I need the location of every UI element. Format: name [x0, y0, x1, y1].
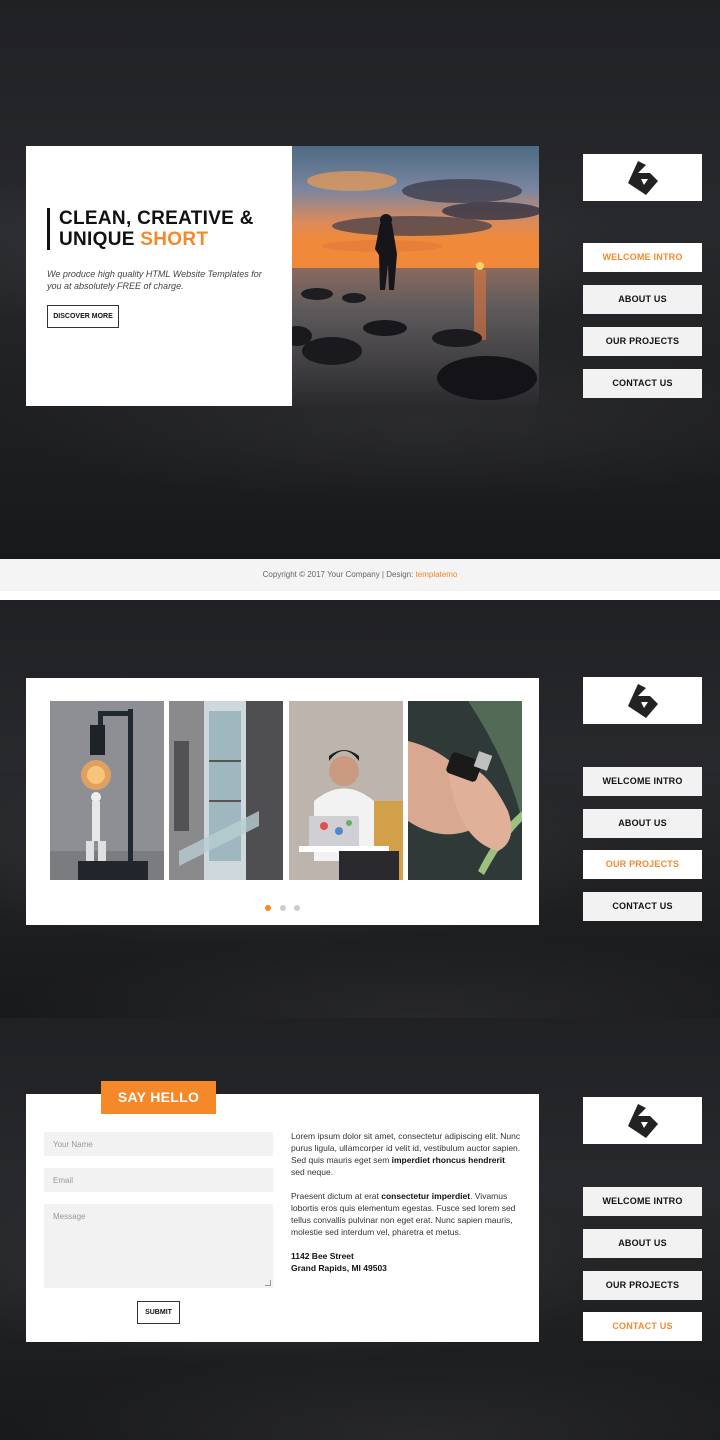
- email-input[interactable]: Email: [44, 1168, 273, 1192]
- logo-box-3[interactable]: [583, 1097, 702, 1144]
- gallery-dot-3[interactable]: [293, 905, 300, 911]
- intro-title-line2: UNIQUE: [59, 229, 135, 250]
- contact-para1-end: sed neque.: [291, 1167, 334, 1177]
- contact-para2-bold: consectetur imperdiet: [381, 1191, 471, 1201]
- nav-contact-us[interactable]: CONTACT US: [583, 1312, 702, 1341]
- name-input[interactable]: Your Name: [44, 1132, 273, 1156]
- footer-copyright-text: Copyright © 2017 Your Company | Design:: [262, 570, 416, 579]
- nav-contact-us[interactable]: CONTACT US: [583, 892, 702, 921]
- contact-card: Your Name Email Message SUBMIT Lorem ips…: [26, 1094, 539, 1342]
- nav-welcome-intro[interactable]: WELCOME INTRO: [583, 1187, 702, 1216]
- intro-section: CLEAN, CREATIVE & UNIQUE SHORT We produc…: [0, 0, 720, 559]
- section-divider: [0, 591, 720, 600]
- nav-about-us[interactable]: ABOUT US: [583, 1229, 702, 1258]
- resize-grip-icon[interactable]: [265, 1280, 271, 1286]
- nav-our-projects[interactable]: OUR PROJECTS: [583, 1271, 702, 1300]
- address-line-1: 1142 Bee Street: [291, 1251, 354, 1261]
- contact-info: Lorem ipsum dolor sit amet, consectetur …: [291, 1130, 521, 1274]
- nav-our-projects[interactable]: OUR PROJECTS: [583, 850, 702, 879]
- logo-box-2[interactable]: [583, 677, 702, 724]
- projects-gallery-card: [26, 678, 539, 925]
- message-textarea[interactable]: Message: [44, 1204, 273, 1288]
- logo-icon: [627, 160, 658, 195]
- intro-title-line1: CLEAN, CREATIVE &: [59, 208, 254, 229]
- discover-more-button[interactable]: DISCOVER MORE: [47, 305, 119, 328]
- contact-para1-bold: imperdiet rhoncus hendrerit: [391, 1155, 505, 1165]
- nav-our-projects[interactable]: OUR PROJECTS: [583, 327, 702, 356]
- gallery-dot-2[interactable]: [279, 905, 286, 911]
- intro-card: CLEAN, CREATIVE & UNIQUE SHORT We produc…: [26, 146, 539, 406]
- gallery-dot-1[interactable]: [265, 905, 272, 911]
- contact-paragraph-1: Lorem ipsum dolor sit amet, consectetur …: [291, 1130, 521, 1178]
- logo-box-1[interactable]: [583, 154, 702, 201]
- say-hello-heading: SAY HELLO: [101, 1081, 216, 1114]
- footer-copyright: Copyright © 2017 Your Company | Design: …: [263, 570, 458, 579]
- intro-subtitle: We produce high quality HTML Website Tem…: [47, 269, 262, 291]
- nav-welcome-intro[interactable]: WELCOME INTRO: [583, 767, 702, 796]
- intro-title: CLEAN, CREATIVE & UNIQUE SHORT: [47, 208, 277, 250]
- projects-section: WELCOME INTRO ABOUT US OUR PROJECTS CONT…: [0, 600, 720, 1018]
- project-thumb-building[interactable]: [169, 701, 283, 880]
- nav-contact-us[interactable]: CONTACT US: [583, 369, 702, 398]
- intro-title-accent: SHORT: [140, 229, 209, 250]
- message-placeholder: Message: [53, 1212, 86, 1221]
- contact-para2-text: Praesent dictum at erat: [291, 1191, 382, 1201]
- contact-section: Your Name Email Message SUBMIT Lorem ips…: [0, 1018, 720, 1440]
- nav-about-us[interactable]: ABOUT US: [583, 285, 702, 314]
- project-thumb-smartwatch[interactable]: [408, 701, 522, 880]
- nav-about-us[interactable]: ABOUT US: [583, 809, 702, 838]
- project-thumb-laptop-man[interactable]: [289, 701, 403, 880]
- intro-sunset-image: [292, 146, 539, 406]
- gallery-pagination: [26, 898, 539, 916]
- logo-icon: [627, 1103, 658, 1138]
- logo-icon: [627, 683, 658, 718]
- contact-paragraph-2: Praesent dictum at erat consectetur impe…: [291, 1190, 521, 1238]
- project-thumb-lamp[interactable]: [50, 701, 164, 880]
- footer-templatemo-link[interactable]: templatemo: [416, 570, 458, 579]
- nav-welcome-intro[interactable]: WELCOME INTRO: [583, 243, 702, 272]
- address-line-2: Grand Rapids, MI 49503: [291, 1263, 387, 1273]
- footer: Copyright © 2017 Your Company | Design: …: [0, 559, 720, 591]
- intro-text-panel: CLEAN, CREATIVE & UNIQUE SHORT We produc…: [26, 146, 292, 406]
- submit-button[interactable]: SUBMIT: [137, 1301, 180, 1324]
